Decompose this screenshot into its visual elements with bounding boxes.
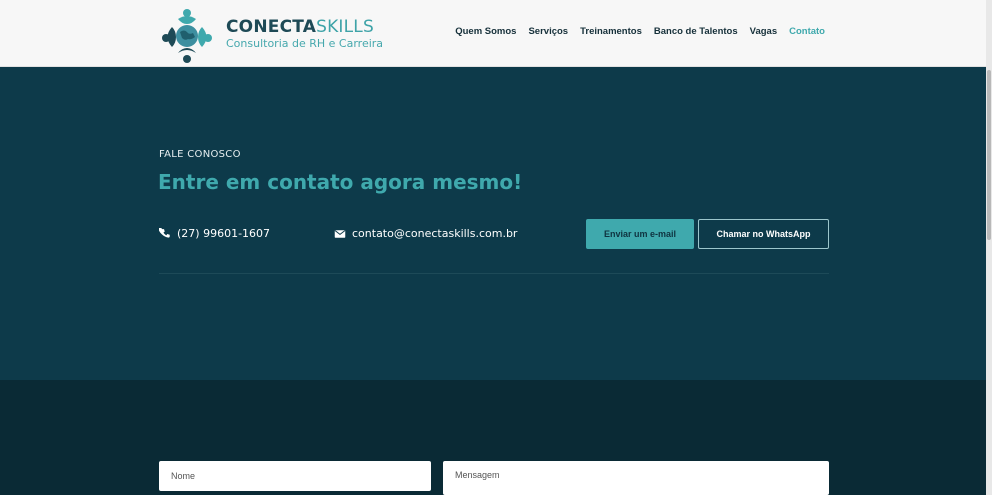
divider <box>159 273 829 274</box>
site-header: CONECTASKILLS Consultoria de RH e Carrei… <box>0 0 992 67</box>
eyebrow-label: FALE CONOSCO <box>159 149 241 160</box>
name-input[interactable]: Nome <box>159 461 431 491</box>
email-contact[interactable]: contato@conectaskills.com.br <box>334 227 517 240</box>
logo[interactable]: CONECTASKILLS Consultoria de RH e Carrei… <box>158 5 383 63</box>
envelope-icon <box>334 229 346 238</box>
phone-number: (27) 99601-1607 <box>177 227 271 240</box>
nav-vagas[interactable]: Vagas <box>750 26 777 37</box>
page-scrollbar[interactable] <box>986 0 992 495</box>
main-nav: Quem Somos Serviços Treinamentos Banco d… <box>455 26 825 37</box>
message-textarea[interactable]: Mensagem <box>443 461 829 495</box>
nav-contato[interactable]: Contato <box>789 26 825 37</box>
phone-contact[interactable]: (27) 99601-1607 <box>159 227 270 240</box>
email-address: contato@conectaskills.com.br <box>352 227 518 240</box>
contact-hero <box>0 67 992 380</box>
send-email-button[interactable]: Enviar um e-mail <box>586 219 694 249</box>
logo-name: CONECTASKILLS <box>226 17 374 37</box>
logo-tagline: Consultoria de RH e Carreira <box>226 37 384 50</box>
scrollbar-thumb[interactable] <box>987 70 991 240</box>
nav-servicos[interactable]: Serviços <box>528 26 568 37</box>
logo-globe-icon <box>162 9 212 63</box>
nav-banco-de-talentos[interactable]: Banco de Talentos <box>654 26 738 37</box>
phone-icon <box>159 227 170 238</box>
nav-treinamentos[interactable]: Treinamentos <box>580 26 642 37</box>
whatsapp-button[interactable]: Chamar no WhatsApp <box>698 219 829 249</box>
nav-quem-somos[interactable]: Quem Somos <box>455 26 516 37</box>
page-title: Entre em contato agora mesmo! <box>158 170 523 194</box>
